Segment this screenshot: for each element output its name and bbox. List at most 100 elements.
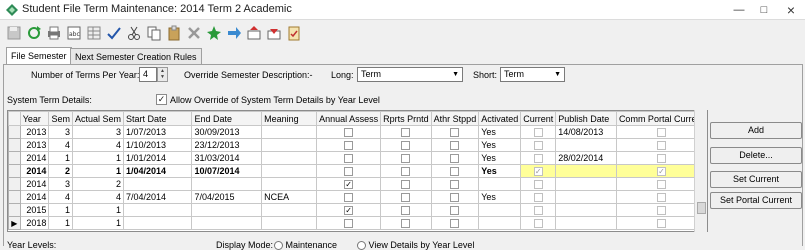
- delete-button[interactable]: Delete...: [710, 147, 802, 164]
- column-header[interactable]: Meaning: [261, 111, 318, 126]
- view-details-radio[interactable]: View Details by Year Level: [357, 240, 474, 250]
- cell-sem[interactable]: 4: [48, 138, 73, 152]
- cell-comm-portal-current-checkbox[interactable]: [656, 219, 666, 229]
- row-header[interactable]: [8, 125, 21, 139]
- cell-sem[interactable]: 1: [48, 216, 73, 230]
- cell-actual-sem[interactable]: 1: [71, 164, 124, 178]
- refresh-icon[interactable]: [26, 25, 42, 41]
- close-button[interactable]: ×: [780, 2, 802, 18]
- cell-athr-stppd-checkbox[interactable]: [450, 206, 460, 216]
- cell-publish-date[interactable]: [555, 190, 617, 204]
- spellcheck-icon[interactable]: [106, 25, 122, 41]
- cell-athr-stppd-checkbox[interactable]: [450, 167, 460, 177]
- cell-athr-stppd-checkbox[interactable]: [450, 219, 460, 229]
- cell-meaning[interactable]: [261, 216, 318, 230]
- cell-rprts-prntd-checkbox[interactable]: [401, 154, 411, 164]
- cell-athr-stppd[interactable]: [430, 164, 480, 178]
- cell-year[interactable]: 2014: [19, 177, 50, 191]
- cell-sem[interactable]: 1: [48, 151, 73, 165]
- row-header[interactable]: [8, 203, 21, 217]
- cell-start-date[interactable]: 1/07/2013: [122, 125, 193, 139]
- cell-end-date[interactable]: 31/03/2014: [191, 151, 263, 165]
- cell-comm-portal-current-checkbox[interactable]: [656, 193, 666, 203]
- cell-current[interactable]: [520, 216, 557, 230]
- cell-current-checkbox[interactable]: [533, 180, 543, 190]
- cell-end-date[interactable]: 10/07/2014: [191, 164, 263, 178]
- cell-annual-assess[interactable]: ✓: [316, 203, 382, 217]
- print-icon[interactable]: [46, 25, 62, 41]
- cell-current-checkbox[interactable]: [533, 193, 543, 203]
- cell-meaning[interactable]: [261, 151, 318, 165]
- cell-actual-sem[interactable]: 4: [71, 138, 124, 152]
- cell-publish-date[interactable]: 14/08/2013: [555, 125, 617, 139]
- cell-meaning[interactable]: [261, 177, 318, 191]
- copy-icon[interactable]: [146, 25, 162, 41]
- cell-sem[interactable]: 2: [48, 164, 73, 178]
- cell-start-date[interactable]: 1/01/2014: [122, 151, 193, 165]
- row-header[interactable]: [8, 138, 21, 152]
- cell-end-date[interactable]: 7/04/2015: [191, 190, 263, 204]
- cell-year[interactable]: 2013: [19, 138, 50, 152]
- cell-current-checkbox[interactable]: [533, 206, 543, 216]
- cell-annual-assess-checkbox[interactable]: [344, 154, 354, 164]
- table-row[interactable]: 2013 3 3 1/07/2013 30/09/2013 Yes 14/08/2013: [8, 125, 707, 139]
- num-terms-spinner[interactable]: ▲ ▼: [157, 67, 168, 82]
- cell-meaning[interactable]: [261, 203, 318, 217]
- cell-annual-assess-checkbox[interactable]: [344, 193, 354, 203]
- table-row[interactable]: 2014 2 1 1/04/2014 10/07/2014 Yes ✓ ✓: [8, 164, 707, 178]
- grid-icon[interactable]: [86, 25, 102, 41]
- column-header[interactable]: End Date: [191, 111, 263, 126]
- cell-meaning[interactable]: NCEA: [261, 190, 318, 204]
- cell-athr-stppd[interactable]: [430, 151, 480, 165]
- column-header[interactable]: Current: [520, 111, 557, 126]
- cell-rprts-prntd[interactable]: [380, 125, 432, 139]
- cell-rprts-prntd-checkbox[interactable]: [401, 206, 411, 216]
- table-row[interactable]: ▶ 2018 1 1: [8, 216, 707, 230]
- cell-annual-assess[interactable]: [316, 190, 382, 204]
- cell-actual-sem[interactable]: 1: [71, 203, 124, 217]
- cell-current[interactable]: ✓: [520, 164, 557, 178]
- cell-current[interactable]: [520, 190, 557, 204]
- cell-rprts-prntd-checkbox[interactable]: [401, 141, 411, 151]
- column-header[interactable]: Comm Portal Current: [615, 111, 707, 126]
- cell-actual-sem[interactable]: 1: [71, 151, 124, 165]
- cell-current[interactable]: [520, 151, 557, 165]
- table-row[interactable]: 2014 4 4 7/04/2014 7/04/2015 NCEA Yes: [8, 190, 707, 204]
- cell-activated[interactable]: [478, 216, 522, 230]
- cell-activated[interactable]: Yes: [478, 151, 522, 165]
- cell-current-checkbox[interactable]: ✓: [533, 167, 543, 177]
- cell-current[interactable]: [520, 138, 557, 152]
- current-row-indicator-icon[interactable]: ▶: [8, 216, 21, 230]
- cell-sem[interactable]: 1: [48, 203, 73, 217]
- cell-annual-assess-checkbox[interactable]: [344, 128, 354, 138]
- cell-activated[interactable]: [478, 203, 522, 217]
- cell-athr-stppd-checkbox[interactable]: [450, 180, 460, 190]
- cell-comm-portal-current-checkbox[interactable]: [656, 206, 666, 216]
- spin-down-icon[interactable]: ▼: [158, 74, 167, 80]
- row-header[interactable]: [8, 164, 21, 178]
- cell-sem[interactable]: 3: [48, 177, 73, 191]
- delete-icon[interactable]: [186, 25, 202, 41]
- cell-rprts-prntd[interactable]: [380, 177, 432, 191]
- forward-icon[interactable]: [226, 25, 242, 41]
- cell-rprts-prntd[interactable]: [380, 164, 432, 178]
- cell-year[interactable]: 2014: [19, 164, 50, 178]
- column-header[interactable]: Annual Assess: [316, 111, 382, 126]
- allow-override-checkbox[interactable]: ✓: [156, 94, 167, 105]
- cell-year[interactable]: 2013: [19, 125, 50, 139]
- cell-athr-stppd-checkbox[interactable]: [450, 141, 460, 151]
- set-portal-current-button[interactable]: Set Portal Current: [710, 192, 802, 209]
- cell-comm-portal-current-checkbox[interactable]: [656, 154, 666, 164]
- column-header[interactable]: Year: [19, 111, 50, 126]
- cell-year[interactable]: 2014: [19, 151, 50, 165]
- cell-athr-stppd[interactable]: [430, 203, 480, 217]
- column-header[interactable]: Actual Sem: [71, 111, 124, 126]
- add-button[interactable]: Add: [710, 122, 802, 139]
- cell-comm-portal-current[interactable]: [615, 177, 707, 191]
- tab-next-semester-rules[interactable]: Next Semester Creation Rules: [70, 48, 202, 65]
- save-icon[interactable]: [6, 25, 22, 41]
- cell-athr-stppd[interactable]: [430, 125, 480, 139]
- import-icon[interactable]: [266, 25, 282, 41]
- cell-athr-stppd[interactable]: [430, 190, 480, 204]
- cell-annual-assess-checkbox[interactable]: ✓: [344, 180, 354, 190]
